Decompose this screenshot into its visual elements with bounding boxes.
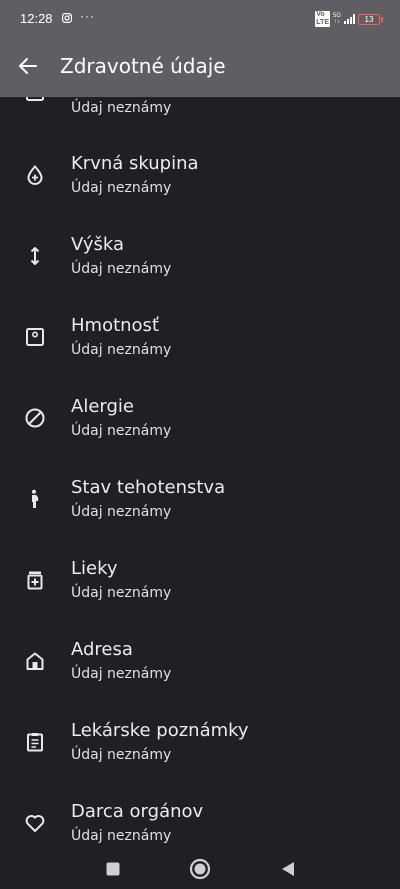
list-item-medication[interactable]: Lieky Údaj neznámy bbox=[0, 552, 400, 632]
volte-icon: Vo LTE bbox=[315, 11, 330, 27]
block-icon bbox=[24, 407, 46, 429]
item-value: Údaj neznámy bbox=[71, 504, 172, 520]
item-label: Alergie bbox=[71, 396, 134, 417]
back-nav-button[interactable] bbox=[276, 857, 300, 881]
medication-icon bbox=[24, 569, 46, 591]
scale-icon bbox=[24, 97, 46, 103]
item-value: Údaj neznámy bbox=[71, 585, 172, 601]
item-label: Krvná skupina bbox=[71, 153, 199, 174]
arrow-left-icon bbox=[19, 58, 37, 74]
clipboard-icon bbox=[24, 731, 46, 753]
item-label: Adresa bbox=[71, 639, 133, 660]
app-bar: Zdravotné údaje bbox=[0, 36, 400, 97]
item-value: Údaj neznámy bbox=[71, 100, 172, 116]
item-label: Hmotnosť bbox=[71, 315, 159, 336]
list-item-allergies[interactable]: Alergie Údaj neznámy bbox=[0, 390, 400, 470]
back-button[interactable] bbox=[12, 50, 44, 82]
item-value: Údaj neznámy bbox=[71, 342, 172, 358]
more-notifications-icon: ··· bbox=[80, 9, 95, 23]
item-value: Údaj neznámy bbox=[71, 747, 172, 763]
item-label: Výška bbox=[71, 234, 124, 255]
list-item-pregnancy[interactable]: Stav tehotenstva Údaj neznámy bbox=[0, 471, 400, 551]
system-nav-bar bbox=[0, 847, 400, 889]
item-label: Stav tehotenstva bbox=[71, 477, 226, 498]
item-value: Údaj neznámy bbox=[71, 666, 172, 682]
home-button[interactable] bbox=[188, 857, 212, 881]
recents-button[interactable] bbox=[101, 857, 125, 881]
item-value: Údaj neznámy bbox=[71, 261, 172, 277]
heart-icon bbox=[24, 812, 46, 834]
recents-square-icon bbox=[106, 862, 120, 876]
pregnancy-icon bbox=[24, 488, 46, 510]
list-item-organ-donor[interactable]: Darca orgánov Údaj neznámy bbox=[0, 795, 400, 847]
page-title: Zdravotné údaje bbox=[60, 54, 226, 78]
blood-drop-icon bbox=[24, 164, 46, 186]
status-bar: 12:28 ··· Vo LTE 5G ↑↓ 13 bbox=[0, 0, 400, 36]
instagram-icon bbox=[62, 13, 72, 23]
list-item-address[interactable]: Adresa Údaj neznámy bbox=[0, 633, 400, 713]
list-item-medical-notes[interactable]: Lekárske poznámky Údaj neznámy bbox=[0, 714, 400, 794]
signal-strength-icon bbox=[344, 14, 355, 24]
status-time: 12:28 bbox=[20, 11, 53, 26]
item-value: Údaj neznámy bbox=[71, 423, 172, 439]
list-item-blood-type[interactable]: Krvná skupina Údaj neznámy bbox=[0, 147, 400, 227]
home-icon bbox=[24, 650, 46, 672]
status-indicators: Vo LTE 5G ↑↓ 13 bbox=[315, 11, 383, 27]
network-activity-label: ↑↓ bbox=[333, 19, 340, 25]
scale-icon bbox=[24, 326, 46, 348]
item-label: Lekárske poznámky bbox=[71, 720, 249, 741]
back-triangle-icon bbox=[282, 862, 294, 876]
home-circle-icon bbox=[189, 858, 211, 880]
height-arrows-icon bbox=[24, 245, 46, 267]
list-item-weight[interactable]: Hmotnosť Údaj neznámy bbox=[0, 309, 400, 389]
list-item-height[interactable]: Výška Údaj neznámy bbox=[0, 228, 400, 308]
health-data-list: Údaj neznámy Krvná skupina Údaj neznámy … bbox=[0, 97, 400, 847]
item-value: Údaj neznámy bbox=[71, 180, 172, 196]
item-value: Údaj neznámy bbox=[71, 828, 172, 844]
item-label: Lieky bbox=[71, 558, 118, 579]
list-item-weight-top[interactable]: Údaj neznámy bbox=[0, 97, 400, 147]
network-type: 5G ↑↓ bbox=[333, 13, 341, 25]
battery-icon: 13 bbox=[358, 13, 383, 25]
item-label: Darca orgánov bbox=[71, 801, 204, 822]
